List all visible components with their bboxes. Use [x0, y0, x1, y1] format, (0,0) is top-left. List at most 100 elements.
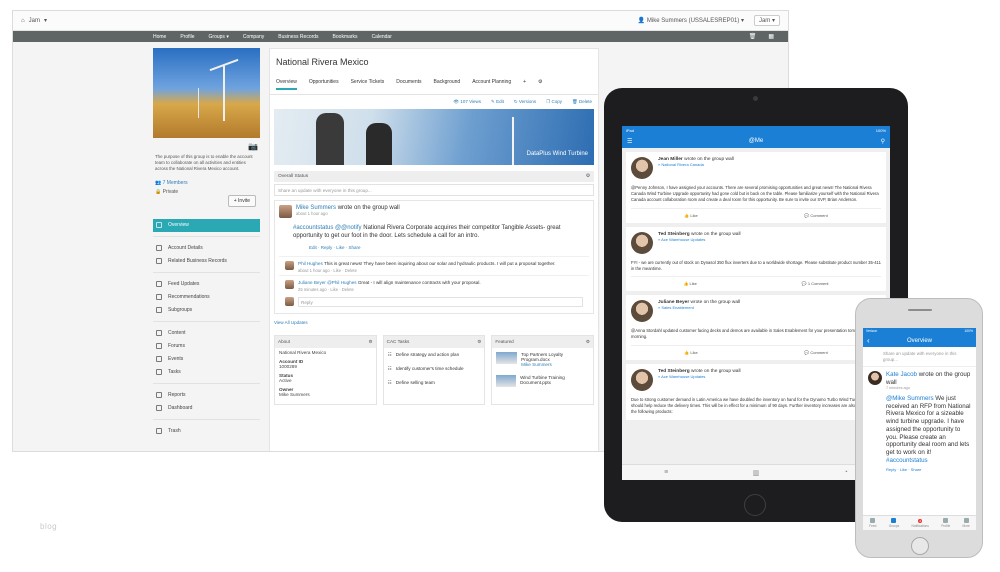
grid-icon[interactable]: ▦	[768, 33, 774, 40]
avatar[interactable]	[279, 205, 292, 218]
nav-company[interactable]: Company	[243, 34, 264, 40]
sidebar-item-overview[interactable]: Overview	[153, 218, 260, 232]
tab-opportunities[interactable]: Opportunities	[309, 79, 339, 88]
nav-calendar[interactable]: Calendar	[372, 34, 392, 40]
delete-button[interactable]: 🗑 Delete	[572, 99, 592, 105]
mention-link[interactable]: @Mike Summers	[886, 395, 934, 402]
tab-background[interactable]: Background	[434, 79, 461, 88]
post-links[interactable]: Edit · Reply · Like · Share	[279, 240, 589, 250]
settings-icon[interactable]: ⚙	[586, 174, 590, 179]
task-item[interactable]: ☷ Identify customer's time schedule	[384, 362, 485, 376]
sidebar-item-events[interactable]: Events	[153, 353, 260, 366]
avatar[interactable]	[631, 300, 653, 323]
reply-author[interactable]: Juliane Beyer	[298, 280, 326, 285]
hashtag-link[interactable]: #accountstatus	[886, 457, 928, 464]
tab-notifications[interactable]: 2 Notifications	[912, 518, 929, 528]
avatar[interactable]	[631, 157, 653, 179]
task-item[interactable]: ☷ Define selling team	[384, 376, 485, 390]
post-links[interactable]: Reply · Like · Share	[868, 465, 971, 472]
sidebar-item-forums[interactable]: Forums	[153, 340, 260, 353]
home-icon[interactable]: ⌂	[21, 18, 25, 24]
sidebar-item-related-records[interactable]: Related Business Records	[153, 255, 260, 268]
home-button[interactable]	[744, 494, 766, 516]
search-icon[interactable]: ⚲	[881, 138, 885, 145]
sidebar-item-trash[interactable]: Trash	[153, 425, 260, 438]
reply-input[interactable]: Reply	[298, 296, 583, 307]
share-update-input[interactable]: Share an update with everyone in this gr…	[274, 184, 594, 196]
settings-icon[interactable]: ⚙	[477, 339, 481, 345]
sidebar-item-account-details[interactable]: Account Details	[153, 242, 260, 255]
comment-button[interactable]: 💬 1 Comment	[802, 281, 829, 286]
group-link[interactable]: » Sales Enablement	[658, 305, 740, 310]
nav-groups[interactable]: Groups ▾	[209, 34, 229, 40]
mention-link[interactable]: @Phil Hughes	[326, 280, 356, 285]
menu-icon[interactable]: ☰	[627, 138, 632, 145]
feed-icon[interactable]: ≡	[664, 469, 668, 476]
home-button[interactable]	[911, 537, 929, 555]
sidebar-item-reports[interactable]: Reports	[153, 389, 260, 402]
avatar[interactable]	[868, 371, 882, 386]
comment-button[interactable]: 💬 Comment	[804, 213, 827, 218]
share-update-input[interactable]: Share an update with everyone in this gr…	[863, 347, 976, 368]
tab-feed[interactable]: Feed	[869, 518, 876, 528]
nav-business-records[interactable]: Business Records	[278, 34, 318, 40]
jam-button[interactable]: Jam ▾	[753, 15, 780, 26]
sidebar-item-content[interactable]: Content	[153, 327, 260, 340]
feed-card: Ted Steinberg wrote on the group wall» A…	[626, 226, 886, 292]
reply-author[interactable]: Phil Hughes	[298, 261, 323, 266]
brand[interactable]: ⌂ Jam ▾	[21, 17, 47, 25]
back-icon[interactable]: ‹	[867, 336, 870, 345]
tab-profile[interactable]: Profile	[941, 518, 950, 528]
comment-button[interactable]: 💬 Comment	[804, 350, 827, 355]
reply-meta[interactable]: about 1 hour ago · Like · Delete	[298, 268, 556, 274]
user-menu[interactable]: 👤 Mike Summers (USSALESREP01) ▾	[638, 17, 744, 24]
hashtag-link[interactable]: #accountstatus	[293, 225, 333, 231]
tab-overview[interactable]: Overview	[276, 79, 297, 90]
group-link[interactable]: » Ace Warehouse Updates	[658, 237, 741, 242]
group-link[interactable]: » Ace Warehouse Updates	[658, 374, 741, 379]
like-button[interactable]: 👍 Like	[683, 281, 696, 286]
tablet-title[interactable]: @Me	[749, 138, 763, 144]
nav-profile[interactable]: Profile	[180, 34, 194, 40]
tab-account-planning[interactable]: Account Planning	[472, 79, 511, 88]
mention-link[interactable]: @@notify	[335, 225, 362, 231]
task-item[interactable]: ☷ Define strategy and action plan	[384, 348, 485, 362]
groups-icon[interactable]: ▥	[753, 469, 760, 477]
sidebar-item-feed-updates[interactable]: Feed Updates	[153, 278, 260, 291]
like-button[interactable]: 👍 Like	[684, 213, 697, 218]
trash-icon[interactable]: 🗑	[749, 33, 757, 40]
members-link[interactable]: 7 Members	[163, 180, 188, 186]
like-button[interactable]: 👍 Like	[684, 350, 697, 355]
add-tab-button[interactable]: +	[523, 79, 526, 88]
sidebar-item-recommendations[interactable]: Recommendations	[153, 291, 260, 304]
avatar[interactable]	[631, 231, 653, 254]
nav-home[interactable]: Home	[153, 34, 166, 40]
tab-settings-icon[interactable]: ⚙	[538, 79, 542, 88]
avatar[interactable]	[631, 369, 653, 392]
group-link[interactable]: » National Rivera Canada	[658, 162, 734, 167]
privacy-label: Private	[162, 188, 179, 195]
sidebar-item-subgroups[interactable]: Subgroups	[153, 304, 260, 317]
view-all-updates-link[interactable]: View All Updates	[270, 318, 598, 327]
nav-bookmarks[interactable]: Bookmarks	[333, 34, 358, 40]
camera-icon[interactable]: 📷	[248, 142, 258, 151]
tab-more[interactable]: More	[963, 518, 970, 528]
avatar[interactable]	[285, 261, 294, 271]
featured-item[interactable]: Wind Turbine Training Document.pptx	[492, 371, 593, 391]
notifications-icon[interactable]: ◔	[844, 469, 848, 476]
copy-button[interactable]: ❐ Copy	[546, 99, 562, 105]
invite-button[interactable]: + Invite	[227, 195, 256, 207]
tab-groups[interactable]: Groups	[889, 518, 899, 528]
sidebar-item-dashboard[interactable]: Dashboard	[153, 402, 260, 415]
tab-service-tickets[interactable]: Service Tickets	[351, 79, 385, 88]
post-author[interactable]: Kate Jacob	[886, 371, 917, 378]
settings-icon[interactable]: ⚙	[369, 339, 373, 345]
avatar[interactable]	[285, 280, 294, 290]
reply-meta[interactable]: 25 minutes ago · Like · Delete	[298, 287, 481, 293]
featured-item[interactable]: Top Partners Loyalty Program.docx Mike Su…	[492, 348, 593, 371]
edit-button[interactable]: ✎ Edit	[491, 99, 504, 105]
sidebar-item-tasks[interactable]: Tasks	[153, 366, 260, 379]
tab-documents[interactable]: Documents	[396, 79, 421, 88]
settings-icon[interactable]: ⚙	[586, 339, 590, 345]
versions-button[interactable]: ↻ Versions	[514, 99, 536, 105]
